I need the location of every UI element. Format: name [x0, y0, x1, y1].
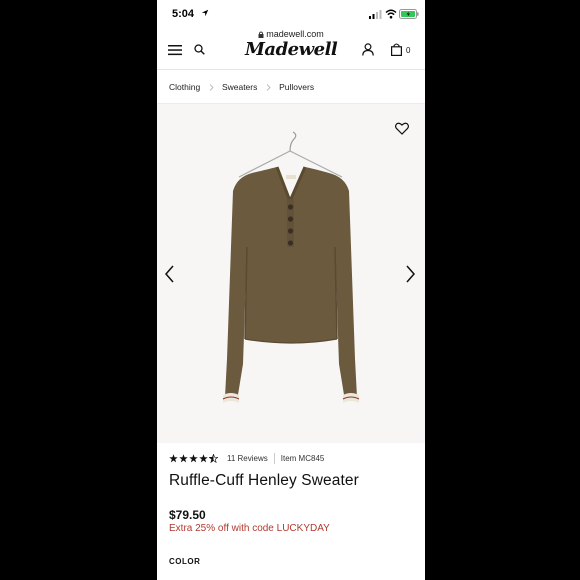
product-title: Ruffle-Cuff Henley Sweater: [169, 472, 359, 489]
shopping-bag-icon[interactable]: [391, 43, 402, 56]
color-heading: COLOR: [169, 557, 201, 566]
status-time: 5:04: [172, 8, 195, 20]
battery-icon: [399, 9, 419, 19]
phone-screen: 5:04 madewell.com Madewell 0 Clothing Sw…: [157, 0, 425, 580]
wifi-icon: [385, 9, 397, 19]
lock-icon: [258, 31, 264, 38]
chevron-left-icon[interactable]: [163, 264, 177, 284]
star-icon: [179, 453, 188, 462]
bag-count[interactable]: 0: [406, 46, 410, 55]
hamburger-menu-icon[interactable]: [168, 44, 182, 56]
search-icon[interactable]: [194, 44, 205, 55]
location-arrow-icon: [201, 9, 209, 17]
star-icon: [169, 453, 178, 462]
reviews-link[interactable]: 11 Reviews: [227, 454, 268, 463]
star-icon: [189, 453, 198, 462]
cellular-signal-icon: [369, 10, 382, 19]
heart-icon: [395, 122, 409, 135]
breadcrumb-clothing[interactable]: Clothing: [169, 82, 200, 92]
promo-text: Extra 25% off with code LUCKYDAY: [169, 523, 330, 534]
chevron-right-icon: [266, 84, 271, 91]
product-photo-sweater: [222, 131, 360, 403]
url-text: madewell.com: [266, 29, 324, 39]
breadcrumb-sweaters[interactable]: Sweaters: [222, 82, 257, 92]
item-number: Item MC845: [280, 453, 325, 463]
breadcrumb-pullovers[interactable]: Pullovers: [279, 82, 314, 92]
product-image-gallery[interactable]: [157, 104, 425, 443]
divider: [273, 452, 275, 464]
status-bar: 5:04: [157, 0, 425, 30]
chevron-right-icon[interactable]: [403, 264, 417, 284]
wishlist-button[interactable]: [388, 116, 416, 140]
account-icon[interactable]: [362, 43, 374, 56]
chevron-right-icon: [209, 84, 214, 91]
rating-row: 11 Reviews Item MC845: [169, 451, 324, 465]
product-price: $79.50: [169, 508, 206, 522]
star-rating[interactable]: [169, 453, 218, 463]
site-header: Madewell 0: [157, 39, 425, 70]
half-star-icon: [209, 453, 218, 463]
star-icon: [199, 453, 208, 462]
madewell-logo[interactable]: Madewell: [245, 39, 338, 61]
breadcrumb: Clothing Sweaters Pullovers: [169, 82, 314, 94]
